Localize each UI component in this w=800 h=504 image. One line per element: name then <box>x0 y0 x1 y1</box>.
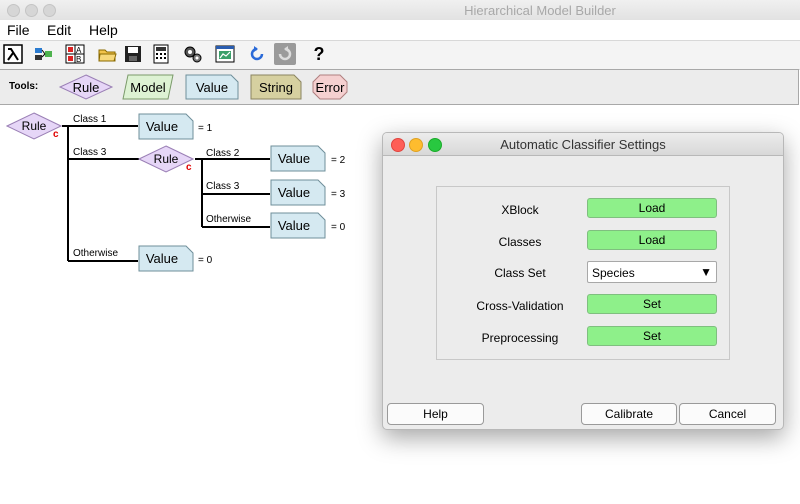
value-node-label: Value <box>277 218 311 233</box>
value-node-label: Value <box>145 119 179 134</box>
edge-label-class1: Class 1 <box>73 114 107 125</box>
value-node[interactable]: Value <box>270 212 326 239</box>
save-button[interactable] <box>122 43 144 65</box>
class-set-label: Class Set <box>494 266 546 280</box>
tool-rule[interactable]: Rule <box>58 73 114 101</box>
gears-icon <box>184 46 202 63</box>
dialog-title: Automatic Classifier Settings <box>500 137 666 152</box>
tool-string[interactable]: String <box>250 73 302 101</box>
open-button[interactable] <box>96 43 118 65</box>
svg-text:A: A <box>76 46 82 55</box>
window-titlebar: Hierarchical Model Builder <box>0 0 800 21</box>
value-result: = 0 <box>198 255 213 266</box>
help-button[interactable]: ? <box>308 43 330 65</box>
tool-error-label: Error <box>315 79 345 95</box>
window-zoom-button[interactable] <box>43 4 56 17</box>
value-node-label: Value <box>145 251 179 266</box>
menu-bar: File Edit Help <box>0 20 800 40</box>
root-rule-label: Rule <box>21 119 47 133</box>
classes-load-button[interactable]: Load <box>587 230 717 250</box>
help-dialog-button[interactable]: Help <box>387 403 484 425</box>
menu-help[interactable]: Help <box>89 22 118 38</box>
calculator-icon <box>153 44 169 64</box>
ab-table-icon: A B <box>65 44 85 64</box>
value-node[interactable]: Value <box>270 179 326 206</box>
tool-model[interactable]: Model <box>122 73 174 101</box>
redo-button[interactable] <box>274 43 296 65</box>
save-disk-icon <box>125 46 141 62</box>
window-title: Hierarchical Model Builder <box>464 3 616 18</box>
edge-label-class2: Class 2 <box>206 148 240 159</box>
tool-error[interactable]: Error <box>312 73 348 101</box>
cross-validation-label: Cross-Validation <box>476 299 564 313</box>
toolbar: A B ? <box>0 40 800 70</box>
tool-model-label: Model <box>130 79 166 95</box>
tool-value[interactable]: Value <box>185 73 239 101</box>
lambda-icon <box>3 44 23 64</box>
value-result: = 0 <box>331 222 346 233</box>
value-node[interactable]: Value <box>138 245 194 272</box>
calculator-button[interactable] <box>150 43 172 65</box>
xblock-label: XBlock <box>501 203 539 217</box>
svg-text:B: B <box>76 55 81 64</box>
ab-table-button[interactable]: A B <box>64 43 86 65</box>
value-result: = 2 <box>331 155 346 166</box>
root-rule-mark: c <box>53 129 59 140</box>
tool-value-label: Value <box>195 79 229 95</box>
calibrate-button[interactable]: Calibrate <box>581 403 677 425</box>
classes-label: Classes <box>498 235 542 249</box>
menu-file[interactable]: File <box>7 22 30 38</box>
dialog-titlebar: Automatic Classifier Settings <box>383 133 783 156</box>
cancel-button[interactable]: Cancel <box>679 403 776 425</box>
gears-button[interactable] <box>182 43 204 65</box>
class-set-select[interactable]: Species ▼ <box>587 261 717 283</box>
preprocessing-set-button[interactable]: Set <box>587 326 717 346</box>
value-node-label: Value <box>277 151 311 166</box>
redo-icon <box>278 46 292 61</box>
value-node-label: Value <box>277 185 311 200</box>
tool-string-label: String <box>259 79 293 95</box>
lambda-button[interactable] <box>2 43 24 65</box>
xblock-load-button[interactable]: Load <box>587 198 717 218</box>
value-result: = 3 <box>331 189 346 200</box>
sub-rule-label: Rule <box>153 152 179 166</box>
value-node[interactable]: Value <box>270 145 326 172</box>
tools-label: Tools: <box>9 81 39 92</box>
edge-label-class3: Class 3 <box>73 147 107 158</box>
open-folder-icon <box>98 49 117 62</box>
value-node[interactable]: Value <box>138 113 194 140</box>
window-close-button[interactable] <box>7 4 20 17</box>
menu-edit[interactable]: Edit <box>47 22 71 38</box>
model-connect-button[interactable] <box>32 43 54 65</box>
undo-button[interactable] <box>246 43 268 65</box>
model-connect-icon <box>35 48 52 60</box>
tool-rule-label: Rule <box>72 79 100 95</box>
chart-window-button[interactable] <box>214 43 236 65</box>
class-set-value: Species <box>592 266 635 280</box>
preprocessing-label: Preprocessing <box>481 331 559 345</box>
classifier-settings-dialog: Automatic Classifier Settings XBlock Loa… <box>382 132 784 430</box>
edge-label-otherwise: Otherwise <box>73 248 119 259</box>
cross-validation-set-button[interactable]: Set <box>587 294 717 314</box>
undo-icon <box>250 46 264 61</box>
window-minimize-button[interactable] <box>25 4 38 17</box>
edge-label-otherwise: Otherwise <box>206 214 252 225</box>
value-result: = 1 <box>198 123 213 134</box>
chart-window-icon <box>215 45 235 63</box>
tools-bar: Tools: Rule Model Value String Error <box>0 69 799 105</box>
chevron-down-icon: ▼ <box>700 265 712 279</box>
sub-rule-mark: c <box>186 162 192 173</box>
edge-label-class3: Class 3 <box>206 181 240 192</box>
help-icon: ? <box>313 43 325 64</box>
